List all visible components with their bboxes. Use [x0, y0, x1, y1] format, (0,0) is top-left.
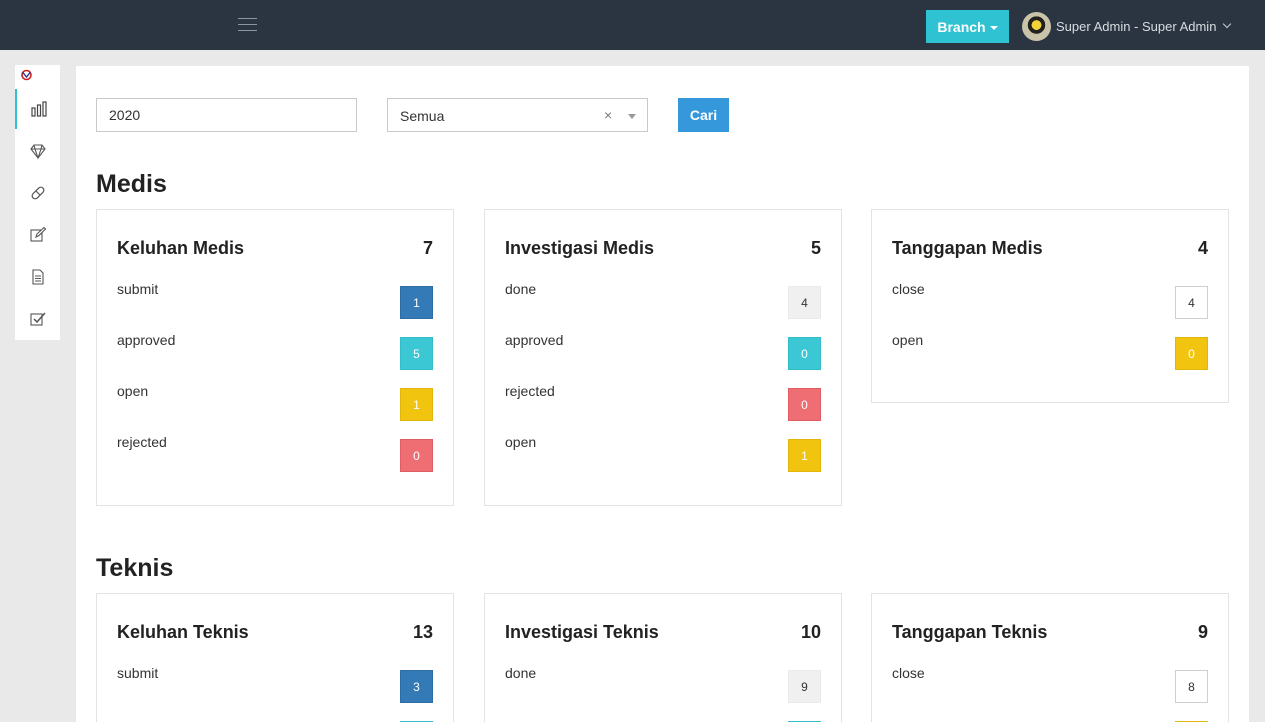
status-badge: 8 — [1175, 670, 1208, 703]
sidebar-item-checklist[interactable] — [15, 299, 60, 339]
card-total: 4 — [1197, 238, 1208, 258]
category-selected-value: Semua — [400, 108, 445, 124]
status-badge: 1 — [400, 286, 433, 319]
sidebar-item-diamond[interactable] — [15, 131, 60, 171]
status-badge: 1 — [400, 388, 433, 421]
list-item: done 9 — [505, 665, 821, 703]
card-keluhan-medis: Keluhan Medis 7 submit 1 approved 5 open… — [96, 209, 454, 506]
card-total: 9 — [1197, 622, 1208, 642]
card-title: Investigasi Medis — [505, 238, 655, 258]
status-label: done — [505, 281, 537, 297]
user-menu[interactable]: Super Admin - Super Admin — [1022, 11, 1232, 41]
search-button[interactable]: Cari — [678, 98, 729, 132]
card-tanggapan-medis: Tanggapan Medis 4 close 4 open 0 — [871, 209, 1229, 403]
status-label: done — [505, 665, 537, 681]
list-item: close 8 — [892, 665, 1208, 703]
edit-icon — [29, 226, 46, 242]
checkbox-icon — [29, 312, 46, 326]
list-item — [892, 716, 1208, 722]
avatar — [1022, 11, 1051, 41]
status-label: rejected — [117, 434, 167, 450]
list-item: submit 3 — [117, 665, 433, 703]
document-icon — [31, 269, 44, 285]
list-item — [117, 716, 433, 722]
chevron-down-icon[interactable] — [628, 114, 636, 119]
card-total: 7 — [422, 238, 433, 258]
branch-label: Branch — [937, 18, 986, 35]
card-investigasi-teknis: Investigasi Teknis 10 done 9 — [484, 593, 842, 722]
pill-icon — [31, 186, 44, 200]
list-item: open 1 — [117, 383, 433, 421]
sidebar-item-dashboard[interactable] — [15, 89, 60, 129]
list-item: rejected 0 — [505, 383, 821, 421]
list-item: approved 0 — [505, 332, 821, 370]
chevron-down-icon — [1223, 19, 1232, 29]
card-title: Tanggapan Teknis — [892, 622, 1048, 642]
list-item: open 1 — [505, 434, 821, 472]
sidebar-item-edit[interactable] — [15, 215, 60, 255]
bar-chart-icon — [30, 101, 47, 117]
year-input[interactable] — [96, 98, 357, 132]
diamond-icon — [29, 144, 46, 160]
user-name: Super Admin - Super Admin — [1056, 18, 1217, 34]
logo-icon — [21, 69, 32, 81]
caret-down-icon — [989, 25, 998, 30]
status-label: submit — [117, 665, 159, 681]
status-badge: 0 — [400, 439, 433, 472]
card-investigasi-medis: Investigasi Medis 5 done 4 approved 0 re… — [484, 209, 842, 506]
card-title: Investigasi Teknis — [505, 622, 659, 642]
status-badge: 0 — [788, 337, 821, 370]
list-item: submit 1 — [117, 281, 433, 319]
card-total: 13 — [412, 622, 433, 642]
list-item: close 4 — [892, 281, 1208, 319]
card-title: Tanggapan Medis — [892, 238, 1043, 258]
card-keluhan-teknis: Keluhan Teknis 13 submit 3 — [96, 593, 454, 722]
branch-dropdown-button[interactable]: Branch — [926, 10, 1009, 43]
card-title: Keluhan Teknis — [117, 622, 249, 642]
list-item: done 4 — [505, 281, 821, 319]
list-item — [505, 716, 821, 722]
status-badge: 5 — [400, 337, 433, 370]
list-item: rejected 0 — [117, 434, 433, 472]
sidebar-item-document[interactable] — [15, 257, 60, 297]
category-select[interactable]: Semua × — [387, 98, 648, 132]
status-label: open — [505, 434, 537, 450]
section-title-teknis: Teknis — [96, 554, 174, 582]
card-title: Keluhan Medis — [117, 238, 245, 258]
main-content: Semua × Cari Medis Keluhan Medis 7 submi… — [76, 66, 1249, 722]
card-tanggapan-teknis: Tanggapan Teknis 9 close 8 — [871, 593, 1229, 722]
card-total: 10 — [800, 622, 821, 642]
status-label: submit — [117, 281, 159, 297]
status-label: open — [892, 332, 924, 348]
status-label: close — [892, 665, 925, 681]
status-badge: 1 — [788, 439, 821, 472]
card-total: 5 — [810, 238, 821, 258]
status-label: approved — [117, 332, 176, 348]
list-item: open 0 — [892, 332, 1208, 370]
section-title-medis: Medis — [96, 170, 167, 198]
status-label: close — [892, 281, 925, 297]
status-badge: 0 — [1175, 337, 1208, 370]
sidebar-item-medicine[interactable] — [15, 173, 60, 213]
top-navbar: Branch Super Admin - Super Admin — [0, 0, 1265, 50]
status-badge: 0 — [788, 388, 821, 421]
status-label: approved — [505, 332, 564, 348]
clear-icon[interactable]: × — [604, 107, 612, 123]
sidebar — [15, 65, 60, 340]
status-badge: 4 — [788, 286, 821, 319]
status-label: open — [117, 383, 149, 399]
status-badge: 3 — [400, 670, 433, 703]
status-label: rejected — [505, 383, 555, 399]
list-item: approved 5 — [117, 332, 433, 370]
hamburger-menu-icon[interactable] — [238, 18, 257, 32]
status-badge: 4 — [1175, 286, 1208, 319]
status-badge: 9 — [788, 670, 821, 703]
